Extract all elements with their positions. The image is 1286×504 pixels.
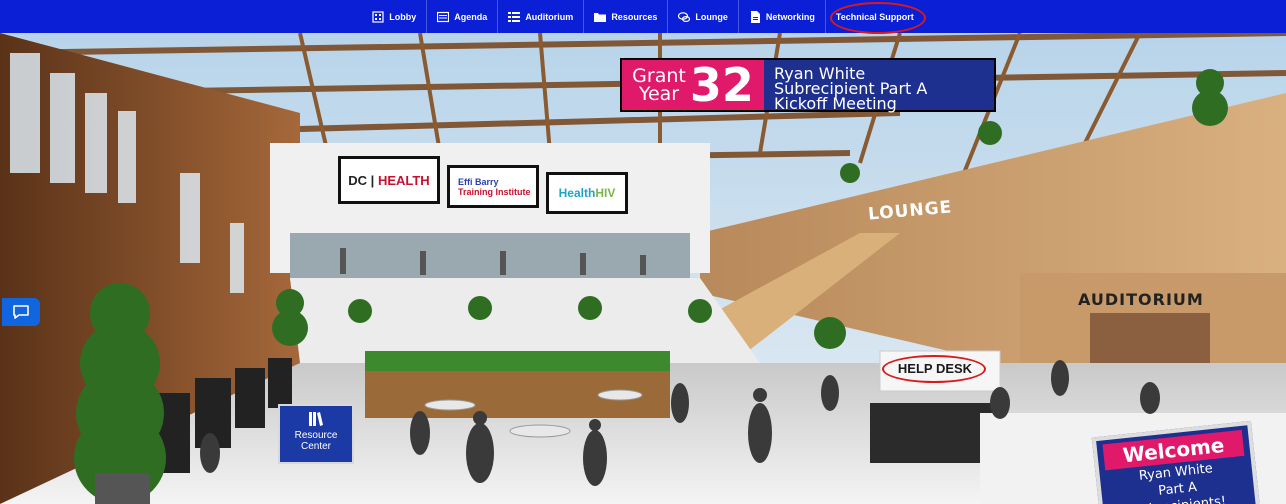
grant-year-block: Grant Year 32 bbox=[622, 60, 764, 110]
help-desk[interactable]: HELP DESK bbox=[884, 356, 986, 380]
nav-lobby-label: Lobby bbox=[389, 11, 417, 22]
year-word: Year bbox=[638, 83, 680, 105]
auditorium-entrance[interactable]: AUDITORIUM bbox=[1078, 290, 1204, 309]
nav-technical-support[interactable]: Technical Support bbox=[826, 0, 924, 33]
lobby-scene: Grant Year 32 Ryan White Subrecipient Pa… bbox=[0, 33, 1286, 504]
nav-lounge[interactable]: Lounge bbox=[668, 0, 739, 33]
nav-auditorium[interactable]: Auditorium bbox=[498, 0, 585, 33]
nav-agenda-label: Agenda bbox=[454, 11, 488, 22]
chat-icon bbox=[13, 305, 29, 319]
nav-networking[interactable]: Networking bbox=[739, 0, 826, 33]
event-banner: Grant Year 32 Ryan White Subrecipient Pa… bbox=[620, 58, 996, 112]
books-icon bbox=[309, 412, 323, 426]
dc-health-part2: HEALTH bbox=[377, 172, 430, 188]
folder-icon bbox=[594, 12, 607, 22]
effi-barry-line1: Effi Barry bbox=[458, 176, 499, 187]
chat-button[interactable] bbox=[2, 298, 40, 326]
document-icon bbox=[750, 10, 760, 23]
list-icon bbox=[508, 11, 521, 22]
grant-year-text: Grant Year bbox=[632, 67, 686, 105]
meeting-title: Ryan White Subrecipient Part A Kickoff M… bbox=[764, 60, 994, 113]
nav-agenda[interactable]: Agenda bbox=[427, 0, 499, 33]
nav-technical-support-label: Technical Support bbox=[835, 11, 914, 22]
health-hiv-sign: Health HIV bbox=[546, 172, 628, 214]
dc-health-part1: DC bbox=[348, 172, 368, 188]
resource-center-sign[interactable]: Resource Center bbox=[278, 404, 354, 464]
chat-bubbles-icon bbox=[678, 11, 691, 22]
nav-lobby[interactable]: Lobby bbox=[362, 0, 428, 33]
resource-center-line2: Center bbox=[300, 441, 331, 452]
health-hiv-part2: HIV bbox=[595, 186, 616, 200]
grant-year-number: 32 bbox=[689, 58, 754, 112]
nav-networking-label: Networking bbox=[765, 11, 815, 22]
top-navigation: Lobby Agenda Auditorium Resources Lounge… bbox=[0, 0, 1286, 33]
resource-center-line1: Resource bbox=[294, 430, 338, 441]
nav-auditorium-label: Auditorium bbox=[525, 11, 574, 22]
effi-barry-line2: Training Institute bbox=[458, 186, 531, 197]
nav-lounge-label: Lounge bbox=[695, 11, 728, 22]
nav-resources-label: Resources bbox=[611, 11, 658, 22]
effi-barry-sign: Effi Barry Training Institute bbox=[447, 165, 539, 208]
nav-resources[interactable]: Resources bbox=[584, 0, 669, 33]
meeting-title-line3: Kickoff Meeting bbox=[774, 94, 897, 113]
dc-health-sign: DC | HEALTH bbox=[338, 156, 440, 204]
building-icon bbox=[372, 10, 384, 23]
health-hiv-part1: Health bbox=[558, 186, 596, 200]
agenda-icon bbox=[437, 11, 450, 22]
